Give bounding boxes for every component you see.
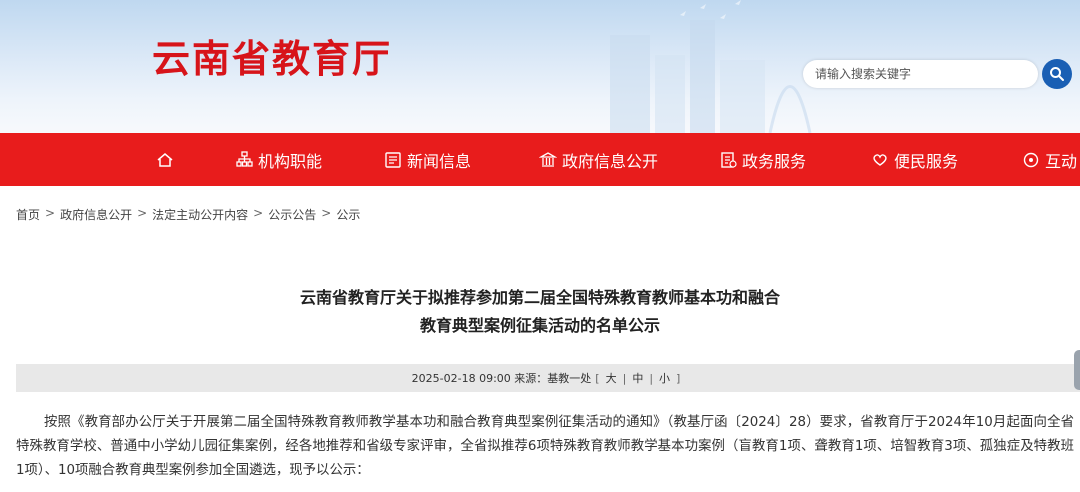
nav-label-gov-info: 政府信息公开 <box>562 151 659 171</box>
font-size-small-button[interactable]: 小 <box>659 370 670 386</box>
home-icon <box>157 152 173 167</box>
nav-item-news[interactable]: 新闻信息 <box>384 133 471 186</box>
nav-item-home[interactable] <box>156 133 179 186</box>
service-document-icon <box>721 151 737 168</box>
org-chart-icon <box>236 151 253 167</box>
site-title[interactable]: 云南省教育厅 <box>152 28 392 83</box>
article-body-paragraph: 按照《教育部办公厅关于开展第二届全国特殊教育教师教学基本功和融合教育典型案例征集… <box>16 415 1074 478</box>
breadcrumb: 首页 > 政府信息公开 > 法定主动公开内容 > 公示公告 > 公示 <box>16 206 361 223</box>
nav-item-gov-info[interactable]: 政府信息公开 <box>539 133 658 186</box>
publish-date: 2025-02-18 09:00 <box>411 371 511 385</box>
side-scroll-tab[interactable] <box>1074 350 1080 390</box>
breadcrumb-home[interactable]: 首页 <box>16 206 40 223</box>
search-icon <box>1050 67 1064 81</box>
government-building-icon <box>539 151 557 167</box>
nav-item-gov-service[interactable]: 政务服务 <box>719 133 806 186</box>
breadcrumb-gov-info[interactable]: 政府信息公开 <box>60 206 132 223</box>
article-meta-bar: 2025-02-18 09:00 来源：基教一处 [ 大 | 中 | 小 ] <box>16 364 1080 392</box>
search-button[interactable] <box>1042 59 1072 89</box>
font-size-medium-button[interactable]: 中 <box>632 370 643 386</box>
nav-item-interaction[interactable]: 互动 <box>1022 133 1077 186</box>
nav-label-interaction: 互动 <box>1045 151 1078 171</box>
heart-hand-icon <box>873 153 887 166</box>
nav-label-news: 新闻信息 <box>407 151 472 171</box>
nav-label-public-service: 便民服务 <box>894 151 959 171</box>
search-box[interactable] <box>803 60 1038 88</box>
nav-item-public-service[interactable]: 便民服务 <box>871 133 958 186</box>
divider: | <box>622 371 627 385</box>
breadcrumb-announcements[interactable]: 公示公告 <box>268 206 316 223</box>
divider: | <box>649 371 654 385</box>
bracket-close: ] <box>676 371 681 385</box>
font-size-large-button[interactable]: 大 <box>606 370 617 386</box>
newspaper-icon <box>385 151 401 168</box>
breadcrumb-legal-content[interactable]: 法定主动公开内容 <box>152 206 248 223</box>
breadcrumb-publicity[interactable]: 公示 <box>336 206 360 223</box>
interaction-icon <box>1023 152 1039 167</box>
bracket-open: [ <box>595 371 600 385</box>
search-input[interactable] <box>803 60 1035 88</box>
nav-label-gov-service: 政务服务 <box>742 151 807 171</box>
nav-label-org: 机构职能 <box>258 151 323 171</box>
article-title-line2: 教育典型案例征集活动的名单公示 <box>419 316 660 335</box>
header-banner: 云南省教育厅 <box>0 0 1080 133</box>
article-title-line1: 云南省教育厅关于拟推荐参加第二届全国特殊教育教师基本功和融合 <box>299 288 780 307</box>
main-nav: 机构职能 新闻信息 政府信息公开 政务服务 便民服务 互动 <box>0 133 1080 186</box>
article-source: 来源：基教一处 <box>514 372 592 385</box>
nav-item-org[interactable]: 机构职能 <box>236 133 322 186</box>
